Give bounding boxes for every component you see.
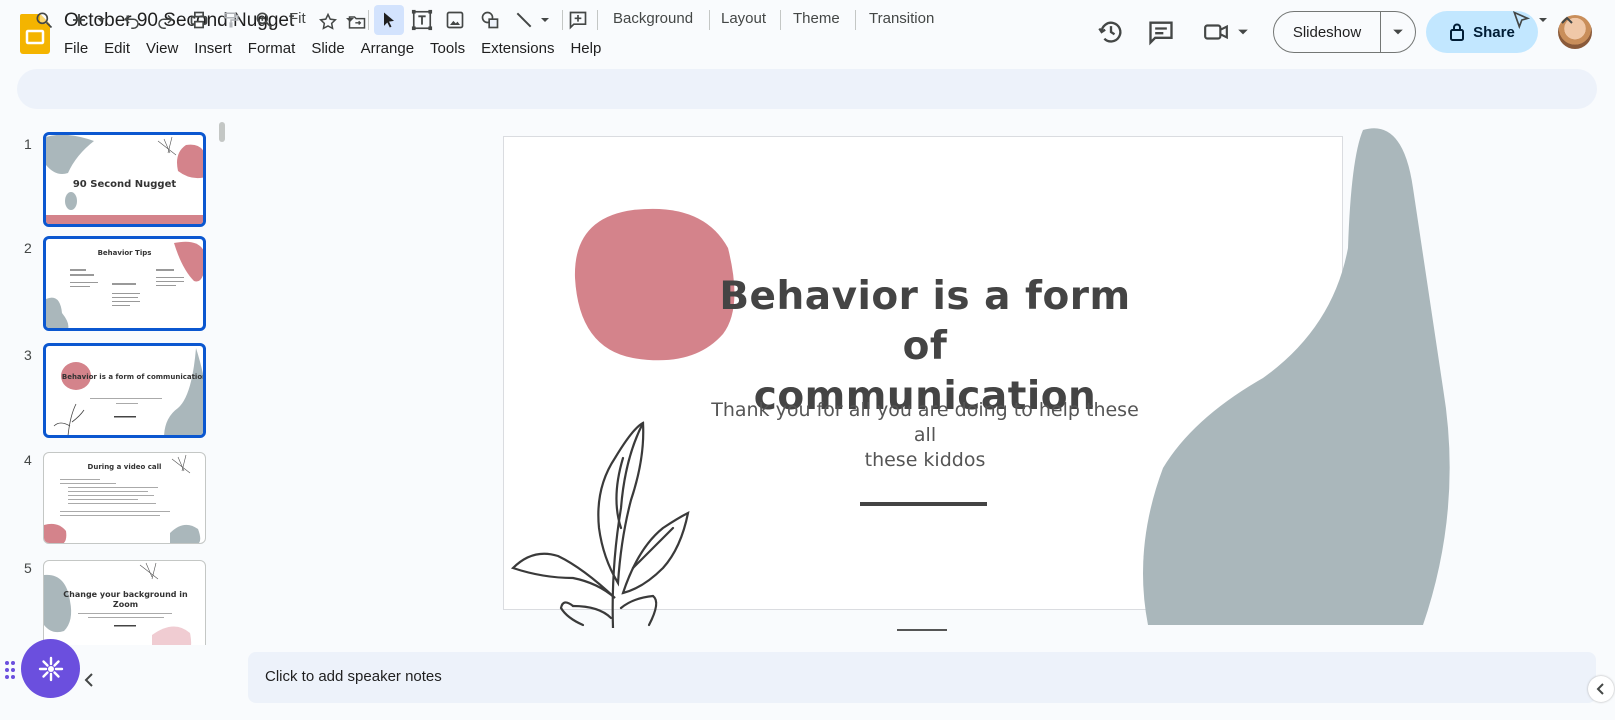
filmstrip-scrollbar[interactable] bbox=[219, 122, 225, 142]
menu-insert[interactable]: Insert bbox=[194, 38, 240, 59]
menu-view[interactable]: View bbox=[146, 38, 186, 59]
side-panel-toggle[interactable] bbox=[1588, 676, 1614, 702]
meet-dropdown-icon[interactable] bbox=[1237, 26, 1249, 38]
menu-file[interactable]: File bbox=[64, 38, 96, 59]
slide-thumbnail-5[interactable]: Change your background in Zoom bbox=[43, 560, 206, 645]
slide-number: 4 bbox=[24, 452, 32, 468]
toolbar-divider bbox=[709, 10, 710, 30]
meet-camera-icon[interactable] bbox=[1203, 18, 1229, 46]
menu-arrange[interactable]: Arrange bbox=[361, 38, 422, 59]
slide-divider-line[interactable] bbox=[860, 502, 987, 506]
assistant-button[interactable] bbox=[21, 639, 80, 698]
slide-number: 2 bbox=[24, 240, 32, 256]
slideshow-button[interactable]: Slideshow bbox=[1274, 12, 1381, 52]
thumb-title: Change your background in Zoom bbox=[63, 590, 188, 609]
chevron-left-icon[interactable] bbox=[82, 672, 96, 688]
thumb-decor bbox=[53, 348, 203, 435]
thumb-title: Behavior Tips bbox=[97, 249, 152, 257]
editing-mode-icon[interactable] bbox=[1511, 8, 1531, 32]
menu-bar: File Edit View Insert Format Slide Arran… bbox=[64, 38, 617, 59]
select-cursor-icon[interactable] bbox=[379, 8, 399, 32]
slide-number: 5 bbox=[24, 560, 32, 576]
insert-image-icon[interactable] bbox=[445, 8, 465, 32]
speaker-notes-placeholder: Click to add speaker notes bbox=[265, 668, 442, 685]
gray-blob-shape bbox=[1143, 128, 1450, 625]
slides-app: October 90 Second Nugget File Edit View … bbox=[0, 0, 1615, 720]
editing-mode-dropdown-icon[interactable] bbox=[1538, 8, 1548, 32]
paint-format-icon[interactable] bbox=[222, 8, 240, 32]
toolbar-divider bbox=[855, 10, 856, 30]
layout-button[interactable]: Layout bbox=[721, 10, 766, 27]
toolbar-divider bbox=[597, 10, 598, 30]
slide-number: 3 bbox=[24, 347, 32, 363]
print-icon[interactable] bbox=[189, 8, 209, 32]
menu-help[interactable]: Help bbox=[570, 38, 609, 59]
menu-extensions[interactable]: Extensions bbox=[481, 38, 562, 59]
search-menus-icon[interactable] bbox=[34, 8, 54, 32]
menu-edit[interactable]: Edit bbox=[104, 38, 138, 59]
redo-icon[interactable] bbox=[156, 8, 174, 32]
slide-subtitle-line-1: Thank you for all you are doing to help … bbox=[711, 399, 1139, 446]
slide-title-line-1: Behavior is a form of bbox=[719, 274, 1131, 369]
theme-button[interactable]: Theme bbox=[793, 10, 840, 27]
star-icon[interactable] bbox=[318, 12, 338, 32]
zoom-dropdown-icon[interactable] bbox=[345, 8, 355, 32]
slide-thumbnail-1[interactable]: 90 Second Nugget bbox=[43, 132, 206, 227]
line-icon[interactable] bbox=[514, 8, 534, 32]
lock-icon bbox=[1450, 23, 1465, 41]
chevron-left-icon bbox=[1596, 683, 1604, 695]
slideshow-button-group: Slideshow bbox=[1273, 11, 1416, 53]
toolbar bbox=[17, 69, 1597, 109]
collapse-menus-icon[interactable] bbox=[1560, 8, 1574, 32]
zoom-icon[interactable] bbox=[254, 8, 274, 32]
comments-icon[interactable] bbox=[1147, 18, 1175, 46]
toolbar-divider bbox=[562, 10, 563, 30]
thumb-title: Behavior is a form of communication bbox=[61, 373, 206, 381]
toolbar-divider bbox=[368, 10, 369, 30]
menu-tools[interactable]: Tools bbox=[430, 38, 473, 59]
slide-thumbnail-3[interactable]: Behavior is a form of communication bbox=[43, 343, 206, 438]
shape-icon[interactable] bbox=[480, 8, 500, 32]
slide-thumbnail-4[interactable]: During a video call bbox=[43, 452, 206, 544]
sparkle-icon bbox=[38, 656, 63, 681]
version-history-icon[interactable] bbox=[1097, 18, 1125, 46]
slide-number: 1 bbox=[24, 136, 32, 152]
slide-thumbnail-2[interactable]: Behavior Tips bbox=[43, 236, 206, 331]
zoom-select[interactable]: Fit bbox=[289, 10, 306, 27]
slideshow-dropdown[interactable] bbox=[1381, 12, 1415, 52]
toolbar-divider bbox=[780, 10, 781, 30]
slide-subtitle[interactable]: Thank you for all you are doing to help … bbox=[700, 398, 1150, 473]
canvas-scroll-indicator bbox=[897, 629, 947, 631]
plant-drawing bbox=[510, 421, 690, 628]
thumb-title: 90 Second Nugget bbox=[72, 179, 177, 190]
slide-filmstrip: 1 90 Second Nugget 2 Behavior Tips 3 Beh… bbox=[0, 120, 225, 645]
text-box-icon[interactable] bbox=[411, 8, 433, 32]
line-dropdown-icon[interactable] bbox=[540, 8, 550, 32]
slide-subtitle-line-2: these kiddos bbox=[864, 449, 986, 471]
undo-icon[interactable] bbox=[123, 8, 141, 32]
new-slide-dropdown-icon[interactable] bbox=[96, 8, 106, 32]
menu-format[interactable]: Format bbox=[248, 38, 304, 59]
new-slide-icon[interactable] bbox=[70, 8, 88, 32]
add-comment-icon[interactable] bbox=[568, 8, 588, 32]
chevron-down-icon bbox=[1393, 29, 1403, 35]
thumb-title: During a video call bbox=[87, 463, 162, 471]
speaker-notes[interactable]: Click to add speaker notes bbox=[248, 652, 1596, 703]
share-label: Share bbox=[1473, 23, 1515, 41]
menu-slide[interactable]: Slide bbox=[311, 38, 352, 59]
drag-handle-icon[interactable] bbox=[4, 660, 16, 680]
background-button[interactable]: Background bbox=[613, 10, 693, 27]
transition-button[interactable]: Transition bbox=[869, 10, 934, 27]
